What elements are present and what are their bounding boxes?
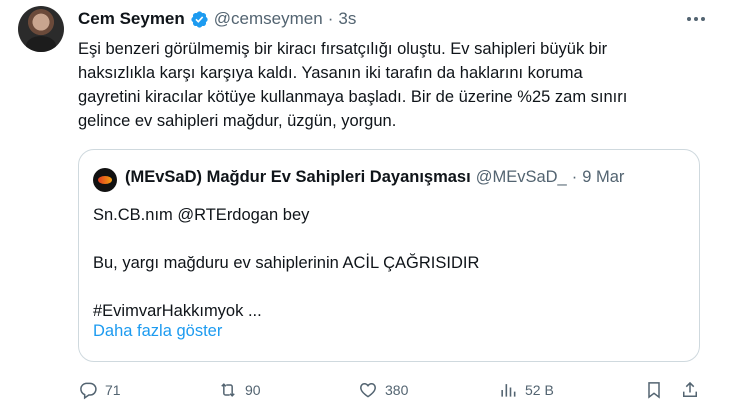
quote-author-name[interactable]: (MEvSaD) Mağdur Ev Sahipleri Dayanışması xyxy=(125,168,471,187)
bookmark-icon xyxy=(648,382,660,399)
like-button[interactable]: 380 xyxy=(358,376,408,404)
retweet-icon xyxy=(221,383,235,397)
tweet: Cem Seymen @cemseymen · 3s Eşi benzeri g… xyxy=(0,0,730,420)
views-button[interactable]: 52 B xyxy=(498,376,554,404)
share-icon xyxy=(683,381,697,397)
quote-text: Sn.CB.nım @RTErdogan bey Bu, yargı mağdu… xyxy=(93,206,480,320)
more-icon[interactable] xyxy=(684,9,708,29)
retweet-count: 90 xyxy=(245,382,261,398)
views-count: 52 B xyxy=(525,382,554,398)
like-icon xyxy=(360,382,376,398)
quote-header: (MEvSaD) Mağdur Ev Sahipleri Dayanışması… xyxy=(125,168,624,187)
author-handle[interactable]: @cemseymen xyxy=(214,9,323,29)
reply-button[interactable]: 71 xyxy=(78,376,121,404)
reply-icon xyxy=(80,382,97,400)
retweet-button[interactable]: 90 xyxy=(218,376,261,404)
quote-separator-dot: · xyxy=(571,168,578,186)
tweet-time[interactable]: 3s xyxy=(338,9,356,29)
author-name[interactable]: Cem Seymen xyxy=(78,9,185,29)
action-bar: 71 90 380 52 B xyxy=(0,376,730,404)
quote-time[interactable]: 9 Mar xyxy=(582,168,624,187)
reply-count: 71 xyxy=(105,382,121,398)
views-icon xyxy=(501,384,516,397)
tweet-text: Eşi benzeri görülmemiş bir kiracı fırsat… xyxy=(78,40,628,130)
separator-dot: · xyxy=(327,9,334,28)
quote-avatar[interactable] xyxy=(93,168,117,192)
verified-badge-icon xyxy=(191,10,208,28)
bookmark-button[interactable] xyxy=(644,376,664,404)
quoted-tweet[interactable]: (MEvSaD) Mağdur Ev Sahipleri Dayanışması… xyxy=(78,149,700,362)
quote-author-handle[interactable]: @MEvSaD_ xyxy=(476,168,567,187)
tweet-header: Cem Seymen @cemseymen · 3s xyxy=(78,7,356,31)
like-count: 380 xyxy=(385,382,409,398)
share-button[interactable] xyxy=(680,376,700,404)
show-more-link[interactable]: Daha fazla göster xyxy=(93,322,222,341)
avatar[interactable] xyxy=(18,6,64,52)
